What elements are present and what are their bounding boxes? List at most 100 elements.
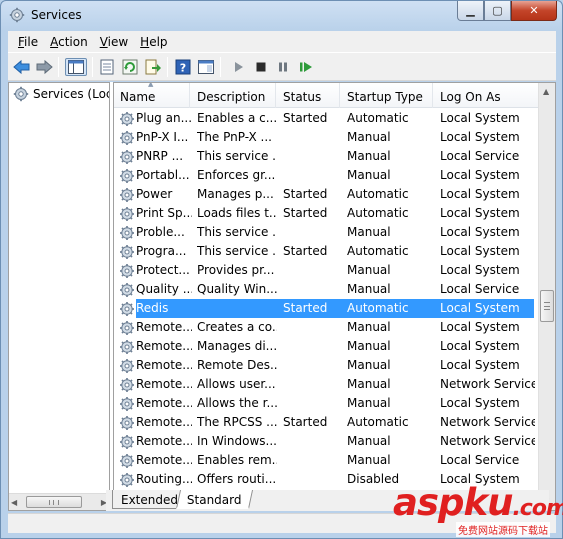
cell-startup: Manual [347, 358, 391, 372]
col-header-startup-type[interactable]: Startup Type [341, 83, 433, 108]
cell-logon: Local Service [440, 282, 520, 296]
table-row[interactable]: Remote... In Windows... Manual Network Serv… [114, 432, 540, 451]
service-gear-icon [120, 188, 134, 202]
start-service-button[interactable] [230, 58, 248, 76]
table-row[interactable]: PNRP ... This service ... Manual Local Serv… [114, 147, 540, 166]
action-pane-icon [198, 60, 214, 74]
col-header-name[interactable]: ▲ Name [114, 83, 190, 108]
stop-service-button[interactable] [252, 58, 270, 76]
cell-logon: Local Service [440, 149, 520, 163]
cell-desc: This service ... [197, 149, 277, 163]
cell-logon: Local System [440, 301, 520, 315]
cell-startup: Automatic [347, 187, 409, 201]
show-hide-console-tree-button[interactable] [65, 58, 87, 76]
col-header-log-on-as[interactable]: Log On As [434, 83, 540, 108]
service-gear-icon [120, 359, 134, 373]
svg-text:?: ? [180, 62, 186, 75]
show-action-pane-button[interactable] [197, 58, 215, 76]
table-row[interactable]: Protect... Provides pr... Manual Local Syst… [114, 261, 540, 280]
menu-view-accel: V [99, 34, 108, 49]
cell-logon: Local Service [440, 453, 520, 467]
list-scroll-thumb[interactable] [540, 290, 554, 322]
table-row[interactable]: Progra... This service ... Started Automati… [114, 242, 540, 261]
service-gear-icon [120, 302, 134, 316]
cell-name: Quality ... [136, 282, 192, 296]
cell-name: Plug an... [136, 111, 192, 125]
cell-startup: Manual [347, 130, 391, 144]
cell-desc: Allows the r... [197, 396, 277, 410]
cell-desc: This service ... [197, 244, 277, 258]
console-tree: Services (Local) ◀ ▶ [8, 82, 110, 511]
tree-scroll-thumb[interactable] [26, 496, 82, 508]
col-header-description[interactable]: Description [191, 83, 276, 108]
menu-help[interactable]: Help [134, 35, 173, 49]
service-gear-icon [120, 283, 134, 297]
forward-button[interactable] [35, 58, 53, 76]
table-row[interactable]: Quality ... Quality Win... Manual Local Ser… [114, 280, 540, 299]
cell-startup: Manual [347, 396, 391, 410]
properties-button[interactable] [98, 58, 116, 76]
cell-name: PnP-X I... [136, 130, 189, 144]
table-row[interactable]: Remote... Enables rem... Manual Local Servi… [114, 451, 540, 470]
cell-desc: Enables a c... [197, 111, 277, 125]
table-row[interactable]: Plug an... Enables a c... Started Automatic… [114, 109, 540, 128]
pause-service-button[interactable] [274, 58, 292, 76]
cell-logon: Local System [440, 396, 520, 410]
table-row[interactable]: Power Manages p... Started Automatic Local S… [114, 185, 540, 204]
scroll-left-icon[interactable]: ◀ [11, 498, 17, 507]
cell-startup: Automatic [347, 244, 409, 258]
tree-horizontal-scrollbar[interactable]: ◀ ▶ [9, 493, 109, 510]
table-row[interactable]: Remote... Allows user... Manual Network Ser… [114, 375, 540, 394]
col-header-status[interactable]: Status [277, 83, 340, 108]
cell-logon: Local System [440, 339, 520, 353]
close-button[interactable]: ✕ [511, 1, 557, 21]
cell-desc: Quality Win... [197, 282, 277, 296]
toolbar-separator [167, 57, 168, 77]
list-vertical-scrollbar[interactable]: ▲ ▼ [538, 83, 555, 510]
tab-standard[interactable]: Standard [175, 490, 253, 509]
cell-logon: Local System [440, 244, 520, 258]
help-button[interactable]: ? [174, 58, 192, 76]
cell-startup: Manual [347, 377, 391, 391]
cell-desc: Provides pr... [197, 263, 275, 277]
services-window: Services ▁ ▢ ✕ File Action View Help ? S… [0, 0, 563, 539]
restart-service-button[interactable] [297, 58, 315, 76]
cell-logon: Local System [440, 206, 520, 220]
cell-status: Started [283, 244, 328, 258]
table-row[interactable]: Redis Started Automatic Local System [114, 299, 540, 318]
table-row[interactable]: Remote... The RPCSS ... Started Automatic Ne… [114, 413, 540, 432]
scroll-up-icon[interactable]: ▲ [543, 87, 549, 96]
table-row[interactable]: Print Sp... Loads files t... Started Automa… [114, 204, 540, 223]
back-button[interactable] [13, 58, 31, 76]
col-header-log-on-as-label: Log On As [440, 90, 501, 104]
cell-name: PNRP ... [136, 149, 184, 163]
table-row[interactable]: Portabl... Enforces gr... Manual Local Syst… [114, 166, 540, 185]
tree-item-services-local[interactable]: Services (Local) [13, 86, 109, 102]
maximize-button[interactable]: ▢ [484, 1, 511, 21]
caption-buttons: ▁ ▢ ✕ [457, 1, 557, 21]
export-list-button[interactable] [144, 58, 162, 76]
toolbar-separator [92, 57, 93, 77]
title-bar[interactable]: Services ▁ ▢ ✕ [1, 1, 562, 31]
service-gear-icon [120, 397, 134, 411]
minimize-button[interactable]: ▁ [457, 1, 484, 21]
table-row[interactable]: Remote... Allows the r... Manual Local Syst… [114, 394, 540, 413]
menu-view[interactable]: View [94, 35, 134, 49]
stop-icon [256, 62, 266, 72]
table-row[interactable]: Remote... Manages di... Manual Local System [114, 337, 540, 356]
service-gear-icon [120, 245, 134, 259]
cell-name: Protect... [136, 263, 190, 277]
table-row[interactable]: Remote... Creates a co... Manual Local Syst… [114, 318, 540, 337]
menu-file[interactable]: File [12, 35, 44, 49]
services-app-icon [9, 7, 25, 23]
watermark-brand-text: aspku [393, 481, 513, 524]
menu-action[interactable]: Action [44, 35, 94, 49]
cell-desc: Offers routi... [197, 472, 277, 486]
table-row[interactable]: Remote... Remote Des... Manual Local System [114, 356, 540, 375]
table-row[interactable]: Proble... This service ... Manual Local Sys… [114, 223, 540, 242]
refresh-icon [122, 59, 138, 75]
table-row[interactable]: PnP-X I... The PnP-X ... Manual Local Syste… [114, 128, 540, 147]
minimize-icon: ▁ [466, 4, 475, 17]
refresh-button[interactable] [121, 58, 139, 76]
cell-logon: Local System [440, 187, 520, 201]
